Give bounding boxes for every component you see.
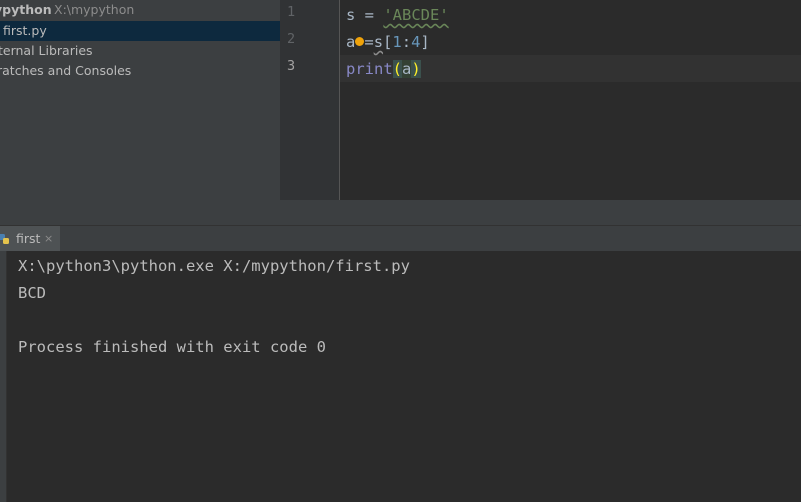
lightbulb-icon[interactable] bbox=[355, 36, 365, 46]
code-token-target: s bbox=[373, 33, 384, 51]
tree-item-label: ratches and Consoles bbox=[0, 63, 132, 78]
code-token-argument: a bbox=[402, 60, 412, 78]
run-tab-label: first bbox=[16, 231, 41, 246]
code-token-bracket: ] bbox=[420, 33, 430, 51]
console-line: BCD bbox=[18, 284, 46, 302]
editor-bottom-strip bbox=[280, 200, 801, 225]
tree-item-first-py[interactable]: first.py bbox=[0, 21, 280, 41]
line-number-gutter[interactable]: 1 2 3 bbox=[280, 0, 340, 200]
code-token-string: 'ABCDE' bbox=[383, 6, 449, 24]
line-number: 2 bbox=[287, 31, 296, 47]
project-root-path: X:\mypython bbox=[54, 2, 135, 17]
code-token-paren: ( bbox=[392, 60, 403, 78]
python-icon bbox=[0, 234, 9, 244]
code-token-number: 4 bbox=[411, 33, 421, 51]
code-token-colon: : bbox=[401, 33, 412, 51]
code-line-1[interactable]: s = 'ABCDE' bbox=[346, 4, 449, 26]
ide-window: ypython X:\mypython first.py ternal Libr… bbox=[0, 0, 801, 502]
code-token-builtin: print bbox=[346, 60, 393, 78]
code-area[interactable]: s = 'ABCDE' a =s[1:4] print(a) bbox=[340, 0, 801, 200]
tree-item-label: ternal Libraries bbox=[0, 43, 93, 58]
code-token-bracket: [ bbox=[383, 33, 393, 51]
code-token-paren: ) bbox=[411, 60, 421, 78]
close-icon[interactable]: × bbox=[44, 226, 53, 252]
console-line: Process finished with exit code 0 bbox=[18, 338, 326, 356]
console-line: X:\python3\python.exe X:/mypython/first.… bbox=[18, 257, 410, 275]
project-root-name: ypython bbox=[0, 2, 52, 17]
project-root-row[interactable]: ypython X:\mypython bbox=[0, 0, 280, 20]
line-number: 1 bbox=[287, 4, 296, 20]
code-token-number: 1 bbox=[392, 33, 402, 51]
run-tab-first[interactable]: first × bbox=[0, 226, 60, 252]
tree-item-external-libraries[interactable]: ternal Libraries bbox=[0, 41, 280, 61]
tree-item-scratches-and-consoles[interactable]: ratches and Consoles bbox=[0, 61, 280, 81]
code-line-3[interactable]: print(a) bbox=[346, 58, 421, 80]
run-tool-window-header: first × bbox=[0, 225, 801, 252]
tree-item-label: first.py bbox=[3, 23, 47, 38]
code-token-variable: s bbox=[346, 6, 356, 24]
project-tree-panel: ypython X:\mypython first.py ternal Libr… bbox=[0, 0, 280, 225]
line-number: 3 bbox=[287, 58, 296, 74]
run-toolbar-strip bbox=[0, 251, 7, 502]
code-line-2[interactable]: a =s[1:4] bbox=[346, 31, 430, 53]
code-token-variable: a bbox=[346, 33, 356, 51]
run-console-output[interactable]: X:\python3\python.exe X:/mypython/first.… bbox=[7, 251, 801, 502]
code-token-operator: = bbox=[364, 33, 374, 51]
code-editor[interactable]: 1 2 3 s = 'ABCDE' a =s[1:4] print(a) bbox=[280, 0, 801, 200]
code-token-operator: = bbox=[355, 6, 384, 24]
